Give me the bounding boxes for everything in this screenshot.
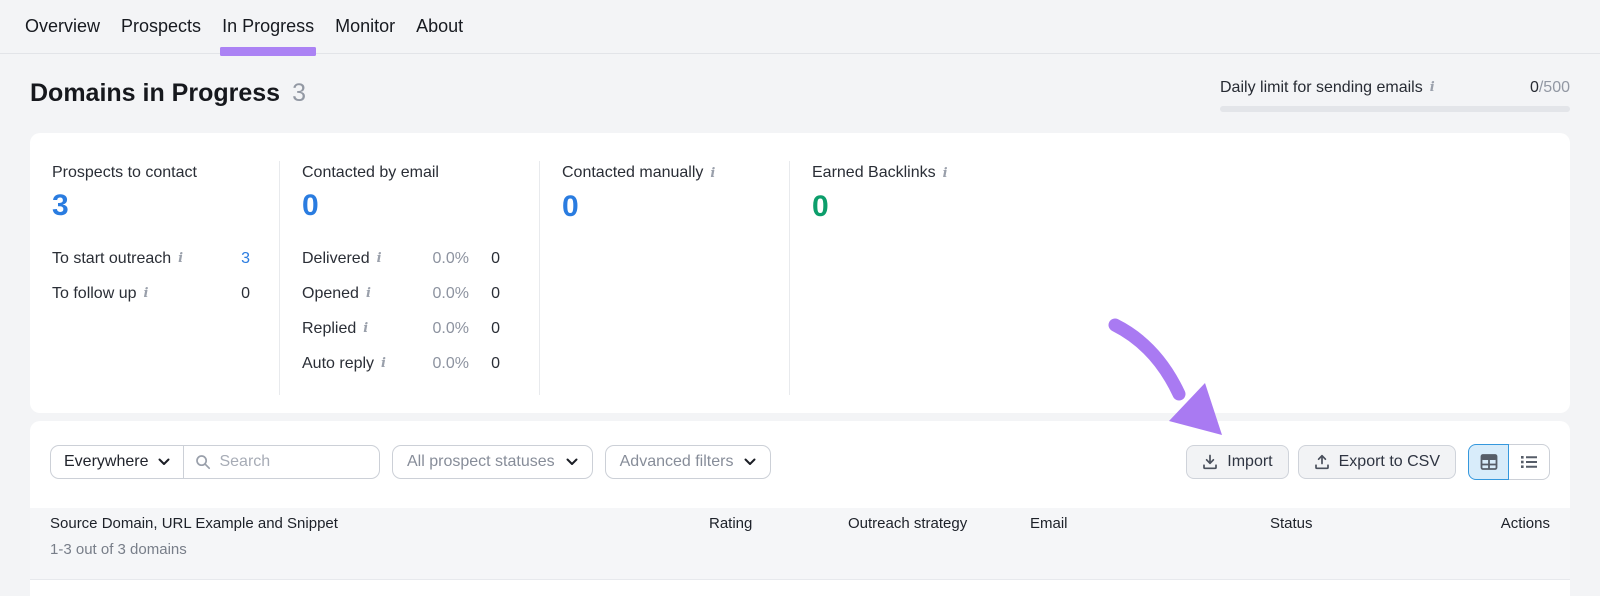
tab-label: Prospects (121, 16, 202, 36)
info-icon[interactable]: i (1430, 78, 1435, 97)
info-icon[interactable]: i (144, 284, 149, 303)
search-input[interactable] (219, 453, 368, 471)
info-icon[interactable]: i (710, 164, 715, 183)
tab-overview[interactable]: Overview (25, 0, 100, 54)
stat-row-delivered: Delivered i 0.0% 0 (302, 249, 500, 268)
stat-row-auto-reply: Auto reply i 0.0% 0 (302, 354, 500, 373)
page-title: Domains in Progress 3 (30, 78, 306, 108)
list-view-icon (1520, 453, 1538, 471)
stat-row-label: Delivered (302, 250, 370, 267)
stat-row-percent: 0.0% (432, 285, 469, 302)
stat-row-label: Replied (302, 320, 357, 337)
view-toggle (1468, 444, 1550, 480)
search-combo: Everywhere (50, 445, 380, 479)
table-view-button[interactable] (1468, 444, 1509, 480)
stat-row-value-link[interactable]: 3 (232, 249, 250, 268)
stat-row-to-start-outreach: To start outreach i 3 (52, 249, 250, 268)
stat-earned-backlinks: Earned Backlinks i 0 (790, 133, 1570, 413)
tab-prospects[interactable]: Prospects (121, 0, 201, 54)
stat-row-label: Auto reply (302, 355, 375, 372)
tab-monitor[interactable]: Monitor (335, 0, 395, 54)
chevron-down-icon (566, 458, 578, 466)
table-view-icon (1480, 453, 1498, 471)
tab-label: In Progress (222, 16, 315, 36)
stat-label: Contacted by email (302, 164, 439, 181)
page-header: Domains in Progress 3 Daily limit for sen… (0, 54, 1600, 112)
info-icon[interactable]: i (366, 284, 371, 303)
stat-row-value: 0 (491, 250, 500, 267)
daily-limit-progressbar (1220, 106, 1570, 112)
info-icon[interactable]: i (178, 249, 183, 268)
column-header-email: Email (1030, 515, 1068, 532)
stat-label: Prospects to contact (52, 164, 197, 181)
list-view-button[interactable] (1509, 444, 1550, 480)
daily-limit-widget: Daily limit for sending emails i 0/500 (1220, 78, 1570, 112)
stat-row-percent: 0.0% (432, 355, 469, 372)
tab-bar: Overview Prospects In Progress Monitor A… (0, 0, 1600, 56)
column-header-status: Status (1270, 515, 1313, 532)
info-icon[interactable]: i (381, 354, 386, 373)
table-toolbar: Everywhere All prospect statuses Advance… (30, 421, 1570, 480)
search-box (184, 446, 379, 478)
stat-row-to-follow-up: To follow up i 0 (52, 284, 250, 303)
info-icon[interactable]: i (943, 164, 948, 183)
import-label: Import (1227, 453, 1273, 470)
daily-limit-value: 0/500 (1529, 79, 1570, 96)
table-summary: 1-3 out of 3 domains (50, 541, 187, 558)
stat-row-label: To start outreach (52, 250, 172, 267)
advanced-filters-dropdown[interactable]: Advanced filters (604, 445, 772, 479)
prospect-status-dropdown[interactable]: All prospect statuses (392, 445, 593, 479)
stat-row-value: 0 (491, 285, 500, 302)
export-csv-button[interactable]: Export to CSV (1297, 445, 1456, 479)
column-header-actions: Actions (1500, 515, 1550, 532)
stat-row-percent: 0.0% (432, 250, 469, 267)
tab-label: Monitor (335, 16, 396, 36)
search-scope-dropdown[interactable]: Everywhere (51, 446, 185, 478)
stat-prospects-to-contact: Prospects to contact 3 To start outreach… (30, 133, 280, 413)
table-header: Source Domain, URL Example and Snippet R… (30, 508, 1570, 580)
stat-row-label: To follow up (52, 285, 137, 302)
chevron-down-icon (744, 458, 756, 466)
upload-icon (1314, 454, 1330, 470)
tab-label: Overview (25, 16, 101, 36)
prospect-status-label: All prospect statuses (407, 453, 555, 470)
info-icon[interactable]: i (377, 249, 382, 268)
stat-row-replied: Replied i 0.0% 0 (302, 319, 500, 338)
stat-label: Earned Backlinks i (812, 164, 948, 183)
stat-row-value: 0 (491, 355, 500, 372)
tab-label: About (416, 16, 464, 36)
tab-about[interactable]: About (416, 0, 463, 54)
advanced-filters-label: Advanced filters (619, 453, 734, 470)
column-header-rating: Rating (709, 515, 753, 532)
stat-row-value: 0 (491, 320, 500, 337)
import-button[interactable]: Import (1186, 445, 1289, 479)
stat-value: 0 (812, 190, 829, 223)
stat-row-value: 0 (241, 285, 250, 302)
stat-contacted-manually: Contacted manually i 0 (540, 133, 790, 413)
download-icon (1202, 454, 1218, 470)
stat-value: 0 (302, 189, 319, 222)
column-header-source-domain: Source Domain, URL Example and Snippet (50, 515, 338, 532)
tab-in-progress[interactable]: In Progress (220, 0, 317, 56)
stats-card: Prospects to contact 3 To start outreach… (30, 133, 1570, 413)
daily-limit-label: Daily limit for sending emails (1220, 79, 1423, 96)
active-tab-underline (220, 46, 317, 56)
stat-value: 3 (52, 189, 69, 222)
domain-count: 3 (292, 79, 306, 107)
stat-label: Contacted manually i (562, 164, 716, 183)
stat-row-label: Opened (302, 285, 359, 302)
search-scope-label: Everywhere (64, 453, 149, 470)
page-title-text: Domains in Progress (30, 79, 281, 107)
domains-table-card: Everywhere All prospect statuses Advance… (30, 421, 1570, 596)
stat-contacted-by-email: Contacted by email 0 Delivered i 0.0% 0 … (280, 133, 540, 413)
column-header-outreach-strategy: Outreach strategy (848, 515, 968, 532)
stat-value: 0 (562, 190, 579, 223)
stat-row-percent: 0.0% (432, 320, 469, 337)
export-csv-label: Export to CSV (1338, 453, 1440, 470)
chevron-down-icon (158, 458, 170, 466)
stat-row-opened: Opened i 0.0% 0 (302, 284, 500, 303)
search-icon (195, 454, 211, 470)
info-icon[interactable]: i (363, 319, 368, 338)
